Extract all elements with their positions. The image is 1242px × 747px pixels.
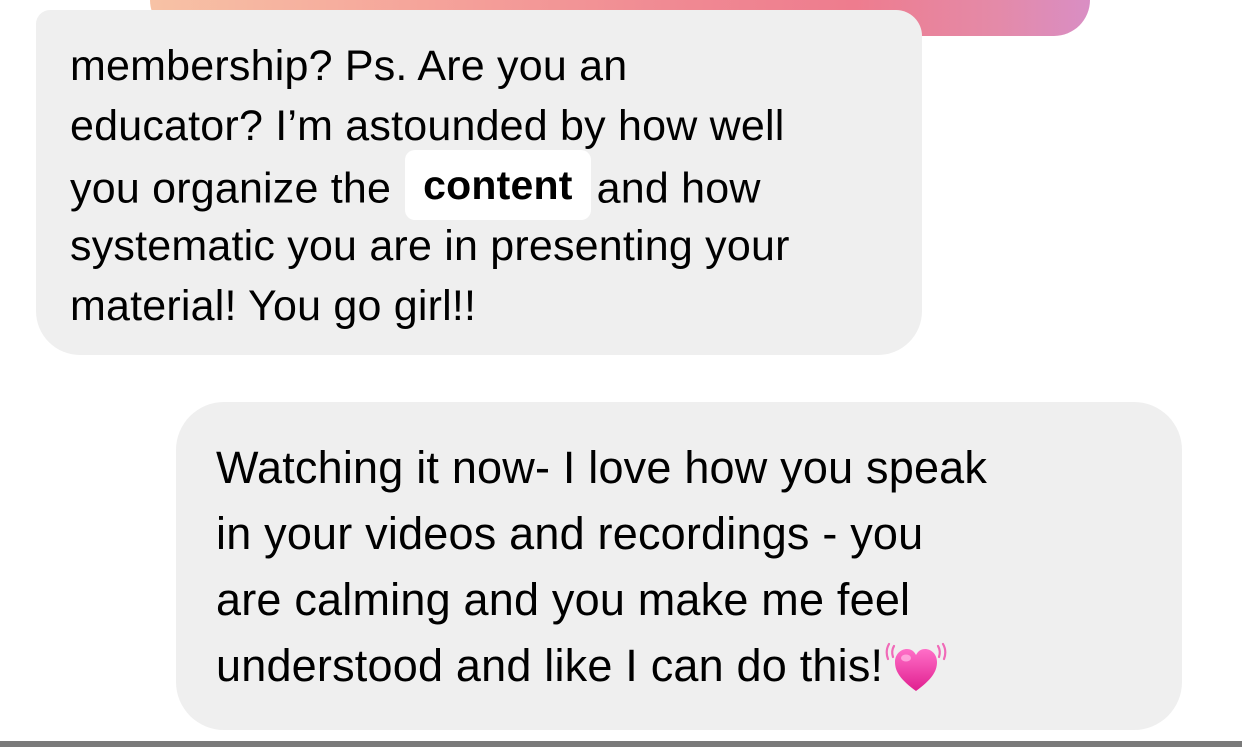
bottom-divider [0,741,1242,747]
message-line-segment: you organize the [70,164,392,213]
message-line-segment: and how [596,164,761,213]
outgoing-message-text: Watching it now- I love how you speak in… [216,435,1176,699]
message-line: are calming and you make me feel [216,574,911,625]
message-line: you organize the content and how [70,150,910,220]
message-line-segment: understood and like I can do this! [216,640,884,691]
message-line: understood and like I can do this! [216,633,1176,699]
message-line: educator? I’m astounded by how well [70,102,785,150]
message-line: Watching it now- I love how you speak [216,442,988,493]
chat-screenshot: membership? Ps. Are you an educator? I’m… [0,0,1242,747]
highlighted-word: content [405,150,591,220]
incoming-message-text: membership? Ps. Are you an educator? I’m… [70,36,910,336]
message-line: membership? Ps. Are you an [70,42,628,90]
message-line: material! You go girl!! [70,282,477,330]
message-line: systematic you are in presenting your [70,222,790,270]
beating-heart-icon [885,634,947,696]
message-line: in your videos and recordings - you [216,508,924,559]
